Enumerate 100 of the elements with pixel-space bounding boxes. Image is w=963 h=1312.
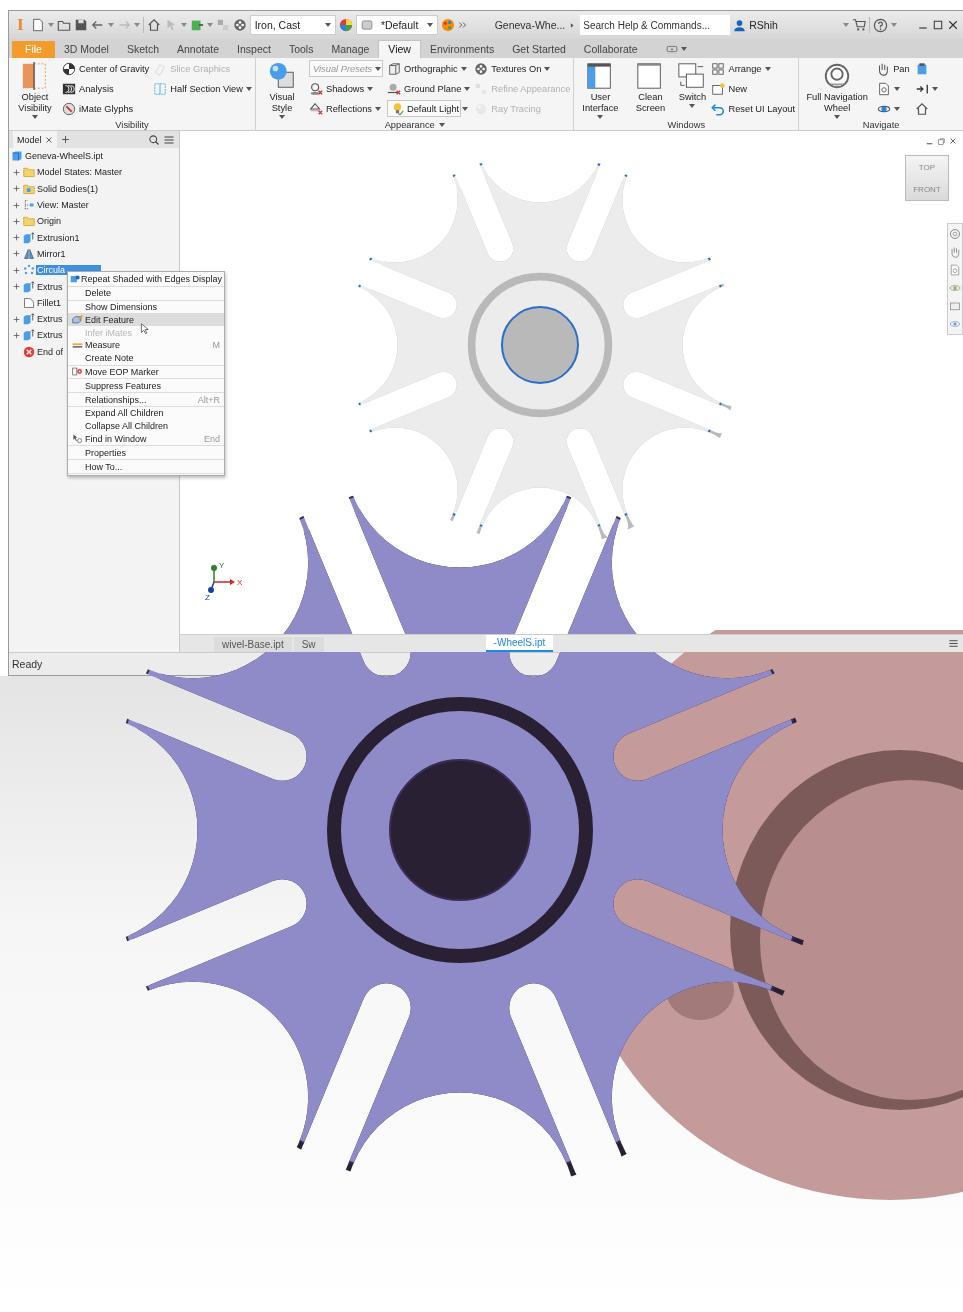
new-file-icon[interactable] (30, 18, 45, 32)
color-wheel-icon[interactable] (338, 18, 353, 32)
caret-icon[interactable] (438, 122, 445, 127)
reel-icon[interactable] (232, 18, 247, 32)
caret-icon[interactable] (375, 66, 382, 71)
caret-icon[interactable] (464, 86, 471, 91)
add-icon[interactable] (12, 216, 21, 226)
ribbon-button[interactable]: iMate Glyphs (62, 100, 150, 117)
caret-icon[interactable] (460, 66, 467, 71)
menu-item[interactable]: Collapse All Children (68, 419, 224, 433)
ribbon-button[interactable]: Ground Plane (387, 80, 471, 97)
hand-icon[interactable] (949, 246, 961, 258)
menu-item[interactable]: Edit Feature (68, 313, 224, 327)
menu-item[interactable]: Show Dimensions (68, 300, 224, 314)
restore-icon[interactable] (937, 137, 946, 146)
ribbon-tab[interactable]: Manage (322, 41, 379, 58)
tree-item[interactable]: Model States: Master (36, 167, 124, 178)
tree-item[interactable]: Solid Bodies(1) (36, 183, 100, 194)
caret-icon[interactable] (894, 86, 901, 91)
ribbon-button[interactable]: Visual Style (259, 60, 305, 119)
ribbon-button[interactable]: Analysis (62, 80, 150, 97)
ribbon-tab[interactable]: Sketch (117, 41, 168, 58)
caret-icon[interactable] (32, 115, 38, 119)
caret-icon[interactable] (689, 104, 696, 108)
tree-item[interactable]: Origin (36, 216, 62, 227)
navigation-wheel-icon[interactable] (949, 228, 961, 240)
user-icon[interactable] (733, 18, 747, 32)
save-icon[interactable] (73, 18, 88, 32)
ribbon-tab[interactable]: Annotate (168, 41, 229, 58)
orbit-icon[interactable] (949, 318, 961, 330)
menu-item[interactable]: Find in Window End (68, 432, 224, 446)
panel-toggle-icon[interactable] (664, 43, 679, 55)
tree-item[interactable]: View: Master (36, 200, 90, 211)
tree-item[interactable]: Extrus (36, 330, 64, 341)
ribbon-tab[interactable]: 3D Model (54, 41, 118, 58)
caret-icon[interactable] (680, 47, 687, 51)
ribbon-button[interactable]: Center of Gravity (62, 60, 150, 77)
add-icon[interactable] (12, 167, 21, 177)
tree-item[interactable]: Fillet1 (36, 297, 62, 308)
material-dropdown[interactable]: Iron, Cast (249, 15, 336, 35)
caret-icon[interactable] (279, 115, 285, 119)
browser-tab[interactable]: Model (13, 131, 57, 148)
help-icon[interactable] (873, 17, 888, 33)
search-field[interactable]: Search Help & Commands... (580, 15, 731, 35)
ribbon-button[interactable]: Clean Screen (627, 60, 674, 114)
ribbon-button[interactable]: Arrange (711, 60, 796, 77)
add-icon[interactable] (12, 330, 21, 340)
menu-icon[interactable] (948, 638, 959, 649)
ribbon-button[interactable]: Pan (876, 60, 910, 77)
caret-icon[interactable] (931, 86, 938, 91)
color-palette-icon[interactable] (440, 18, 455, 32)
tree-item[interactable]: Extrusion1 (36, 232, 81, 243)
cart-icon[interactable] (852, 18, 866, 32)
caret-icon[interactable] (462, 106, 469, 111)
add-icon[interactable] (12, 184, 21, 194)
close-icon[interactable] (947, 19, 959, 31)
tree-item[interactable]: Extrus (36, 281, 64, 292)
caret-icon[interactable] (426, 23, 433, 27)
menu-item[interactable]: Delete (68, 286, 224, 300)
menu-item[interactable]: Move EOP Marker (68, 365, 224, 379)
panel-title[interactable]: Navigate (862, 119, 900, 130)
tree-item[interactable]: Geneva-WheelS.ipt (24, 151, 105, 162)
menu-item[interactable]: Repeat Shaded with Edges Display (68, 273, 224, 286)
ribbon-button[interactable]: Reflections (309, 100, 383, 117)
search-icon[interactable] (148, 133, 160, 146)
ribbon-tab[interactable]: View (378, 40, 421, 58)
tab-label[interactable]: Model (17, 134, 42, 145)
menu-item[interactable]: Suppress Features (68, 379, 224, 393)
ribbon-tab[interactable]: Environments (420, 41, 504, 58)
caret-icon[interactable] (375, 106, 381, 111)
ribbon-tab[interactable]: Collaborate (574, 41, 647, 58)
ribbon-button[interactable]: Textures On (474, 60, 571, 77)
ribbon-button[interactable]: Orthographic (387, 60, 471, 77)
ribbon-button[interactable]: Half Section View (153, 80, 252, 97)
ribbon-button[interactable]: New (711, 80, 796, 97)
panel-title[interactable]: Appearance (384, 119, 445, 130)
caret-icon[interactable] (367, 86, 374, 91)
ribbon-button[interactable]: Shadows (309, 80, 383, 97)
add-icon[interactable] (12, 265, 21, 275)
caret-icon[interactable] (324, 23, 331, 27)
ribbon-tab[interactable]: Tools (279, 41, 323, 58)
add-icon[interactable] (12, 314, 21, 324)
add-icon[interactable] (12, 233, 21, 243)
ribbon-tab[interactable]: Get Started (503, 41, 575, 58)
menu-item[interactable]: Properties (68, 446, 224, 460)
document-tab[interactable]: -WheelS.ipt (485, 635, 554, 652)
maximize-icon[interactable] (932, 19, 944, 31)
menu-item[interactable]: Create Note (68, 351, 224, 365)
appearance-dropdown[interactable]: *Default (355, 15, 438, 35)
tree-item[interactable]: End of (36, 346, 65, 357)
undo-icon[interactable] (90, 18, 105, 32)
add-icon[interactable] (12, 249, 21, 259)
menu-item[interactable]: Measure M (68, 339, 224, 352)
ribbon-button[interactable]: Reset UI Layout (711, 100, 796, 117)
document-tab[interactable]: Sw (293, 637, 324, 652)
close-icon[interactable] (949, 137, 957, 145)
caret-icon[interactable] (764, 66, 771, 71)
caret-icon[interactable] (246, 86, 252, 91)
panel-title[interactable]: Visibility (115, 119, 149, 130)
tree-item[interactable]: Mirror1 (36, 248, 67, 259)
